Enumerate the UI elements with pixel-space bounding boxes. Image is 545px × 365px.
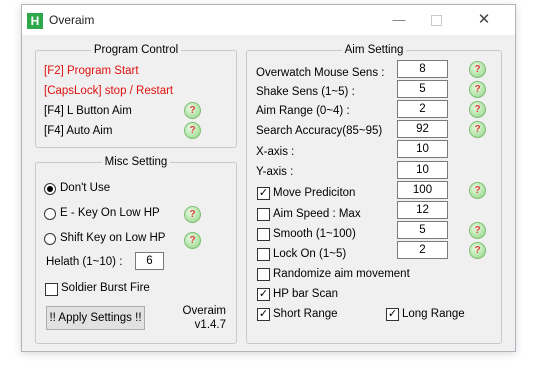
help-icon-shift-key[interactable]: ? (184, 232, 201, 249)
auto-aim-label: [F4] Auto Aim (44, 125, 113, 137)
help-icon-mouse-sens[interactable]: ? (469, 61, 486, 78)
shake-sens-input[interactable]: 5 (397, 80, 448, 98)
smooth-label[interactable]: Smooth (1~100) (273, 228, 356, 240)
search-accuracy-input[interactable]: 92 (397, 120, 448, 138)
radio-shift-key-low-hp-label[interactable]: Shift Key on Low HP (60, 232, 165, 244)
misc-setting-legend: Misc Setting (104, 156, 168, 168)
mouse-sens-label: Overwatch Mouse Sens : (256, 67, 385, 79)
close-button[interactable]: ✕ (470, 9, 498, 31)
move-prediction-label[interactable]: Move Prediciton (273, 187, 355, 199)
l-button-aim-label: [F4] L Button Aim (44, 105, 132, 117)
main-window: H Overaim — ✕ Program Control [F2] Progr… (21, 4, 516, 352)
version-label: v1.4.7 (194, 319, 226, 331)
aim-speed-label[interactable]: Aim Speed : Max (273, 208, 361, 220)
app-name-label: Overaim (182, 305, 226, 317)
program-start-label: [F2] Program Start (44, 65, 139, 77)
help-icon-aim-range[interactable]: ? (469, 101, 486, 118)
health-label: Helath (1~10) : (46, 256, 123, 268)
title-bar[interactable]: H Overaim — ✕ (22, 5, 515, 35)
radio-shift-key-low-hp[interactable] (44, 233, 56, 245)
lock-on-label[interactable]: Lock On (1~5) (273, 248, 346, 260)
move-prediction-input[interactable]: 100 (397, 181, 448, 199)
radio-e-key-low-hp[interactable] (44, 208, 56, 220)
y-axis-label: Y-axis : (256, 166, 294, 178)
x-axis-input[interactable]: 10 (397, 140, 448, 158)
aim-range-input[interactable]: 2 (397, 100, 448, 118)
short-range-label[interactable]: Short Range (273, 308, 338, 320)
mouse-sens-input[interactable]: 8 (397, 60, 448, 78)
long-range-checkbox[interactable]: ✓ (386, 308, 399, 321)
soldier-burst-fire-label[interactable]: Soldier Burst Fire (61, 282, 150, 294)
maximize-button[interactable] (422, 9, 450, 31)
aim-range-label: Aim Range (0~4) : (256, 105, 350, 117)
move-prediction-checkbox[interactable]: ✓ (257, 187, 270, 200)
help-icon-l-button-aim[interactable]: ? (184, 102, 201, 119)
program-control-legend: Program Control (93, 44, 179, 56)
help-icon-smooth[interactable]: ? (469, 222, 486, 239)
search-accuracy-label: Search Accuracy(85~95) (256, 125, 383, 137)
maximize-icon (430, 15, 442, 27)
x-axis-label: X-axis : (256, 146, 295, 158)
randomize-aim-label[interactable]: Randomize aim movement (273, 268, 410, 280)
lock-on-input[interactable]: 2 (397, 241, 448, 259)
help-icon-move-prediction[interactable]: ? (469, 182, 486, 199)
help-icon-e-key[interactable]: ? (184, 206, 201, 223)
shake-sens-label: Shake Sens (1~5) : (256, 86, 355, 98)
app-icon: H (27, 13, 43, 29)
hp-bar-scan-checkbox[interactable]: ✓ (257, 288, 270, 301)
radio-dont-use[interactable] (44, 183, 56, 195)
radio-dont-use-label[interactable]: Don't Use (60, 182, 110, 194)
health-input[interactable]: 6 (135, 252, 164, 270)
help-icon-search-accuracy[interactable]: ? (469, 121, 486, 138)
window-title: Overaim (49, 13, 95, 27)
capslock-stop-label: [CapsLock] stop / Restart (44, 85, 174, 97)
y-axis-input[interactable]: 10 (397, 161, 448, 179)
help-icon-shake-sens[interactable]: ? (469, 81, 486, 98)
aim-speed-checkbox[interactable] (257, 208, 270, 221)
hp-bar-scan-label[interactable]: HP bar Scan (273, 288, 338, 300)
aim-setting-legend: Aim Setting (344, 44, 404, 56)
minimize-button[interactable]: — (385, 9, 413, 31)
apply-settings-button[interactable]: !! Apply Settings !! (46, 306, 145, 330)
soldier-burst-fire-checkbox[interactable] (45, 283, 58, 296)
short-range-checkbox[interactable]: ✓ (257, 308, 270, 321)
radio-e-key-low-hp-label[interactable]: E - Key On Low HP (60, 207, 160, 219)
smooth-input[interactable]: 5 (397, 221, 448, 239)
randomize-aim-checkbox[interactable] (257, 268, 270, 281)
aim-speed-input[interactable]: 12 (397, 201, 448, 219)
smooth-checkbox[interactable] (257, 228, 270, 241)
help-icon-auto-aim[interactable]: ? (184, 122, 201, 139)
long-range-label[interactable]: Long Range (402, 308, 465, 320)
lock-on-checkbox[interactable] (257, 248, 270, 261)
help-icon-lock-on[interactable]: ? (469, 242, 486, 259)
